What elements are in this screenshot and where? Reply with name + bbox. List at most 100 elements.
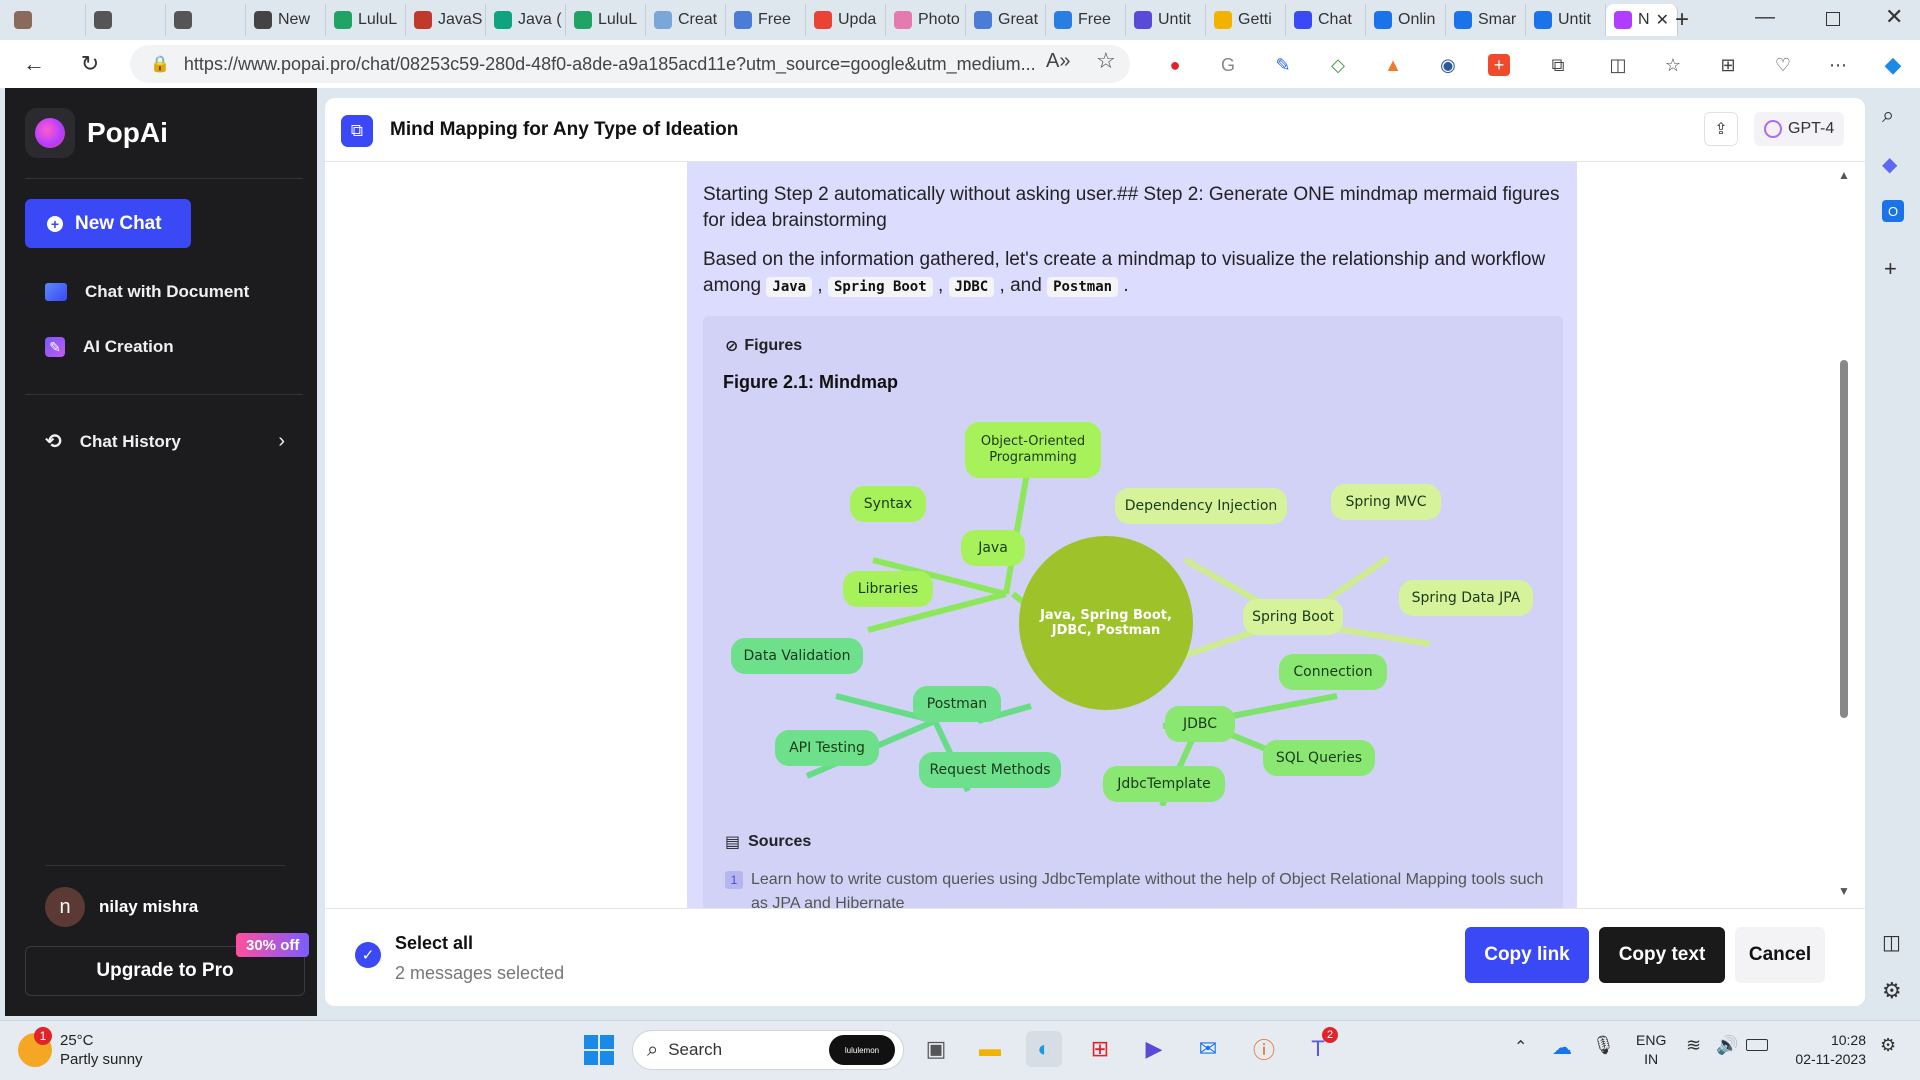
browser-tab[interactable]: Photo [886,4,966,36]
mindmap-node: Java [961,530,1025,566]
browser-tab[interactable]: Upda [806,4,886,36]
tab-label: Onlin [1398,11,1436,28]
browser-tab[interactable]: Creat [646,4,726,36]
tab-label: Untit [1558,11,1591,28]
extension-screen-icon[interactable]: ◉ [1433,50,1463,80]
start-button[interactable] [584,1035,614,1065]
sidebar-layout-icon[interactable]: ◫ [1882,930,1901,955]
weather-widget[interactable]: 1 25°C Partly sunny [18,1027,143,1069]
browser-tab[interactable]: Free [1046,4,1126,36]
brand-logo[interactable]: PopAi [25,108,168,158]
sidebar-item-chat-history[interactable]: ⟲ Chat History › [45,429,285,454]
extension-red-icon[interactable]: ● [1160,50,1190,80]
browser-tab[interactable]: LuluL [326,4,406,36]
browser-tab[interactable]: Smar [1446,4,1526,36]
select-all-checkbox[interactable]: ✓ [355,942,381,968]
browser-tab[interactable]: Great [966,4,1046,36]
model-selector[interactable]: GPT-4 [1754,112,1845,146]
clock[interactable]: 10:28 02-11-2023 [1786,1031,1866,1069]
read-aloud-icon[interactable]: A» [1046,50,1070,73]
browser-tab[interactable]: Getti [1206,4,1286,36]
browser-tab[interactable]: Untit [1526,4,1606,36]
new-tab-button[interactable]: + [1666,4,1698,36]
browser-tab[interactable]: Free [726,4,806,36]
scrollbar[interactable]: ▲ ▼ [1837,168,1851,898]
info-app-icon[interactable]: ⓘ [1246,1031,1282,1067]
performance-heart-icon[interactable]: ♡ [1768,50,1798,80]
outlook-icon[interactable]: ✉ [1190,1031,1226,1067]
media-player-icon[interactable]: ▶ [1136,1031,1172,1067]
extension-plus-icon[interactable]: + [1488,54,1510,76]
tab-favicon-icon [574,11,592,29]
user-profile[interactable]: n nilay mishra [45,887,198,927]
tab-favicon-icon [174,11,192,29]
extension-code-icon[interactable]: ◇ [1323,50,1353,80]
copy-link-button[interactable]: Copy link [1465,927,1589,983]
favorites-icon[interactable]: ☆ [1658,50,1688,80]
select-all-label[interactable]: Select all [395,933,473,954]
browser-tab[interactable] [166,4,246,36]
browser-tab[interactable]: Untit [1126,4,1206,36]
extension-pen-icon[interactable]: ✎ [1268,50,1298,80]
language-indicator[interactable]: ENG IN [1636,1031,1666,1069]
browser-tab[interactable] [86,4,166,36]
url-field[interactable]: 🔒 https://www.popai.pro/chat/08253c59-28… [130,45,1130,83]
close-window-button[interactable]: ✕ [1885,4,1903,30]
tab-favicon-icon [14,11,32,29]
outlook-side-icon[interactable]: O [1882,200,1904,222]
tab-label: Getti [1238,11,1272,28]
copilot-side-icon[interactable]: ◆ [1882,152,1897,177]
minimize-button[interactable]: — [1755,6,1775,29]
browser-tab[interactable] [6,4,86,36]
copilot-icon[interactable]: ◆ [1878,50,1908,80]
file-explorer-icon[interactable]: ▬ [972,1031,1008,1067]
new-chat-button[interactable]: + New Chat [25,199,191,248]
extensions-puzzle-icon[interactable]: ⧉ [1543,50,1573,80]
browser-tab[interactable]: JavaS [406,4,486,36]
refresh-button[interactable]: ↻ [70,44,110,84]
microphone-muted-icon[interactable]: 🎙 [1592,1035,1615,1056]
volume-icon[interactable]: 🔊 [1716,1035,1738,1056]
tab-favicon-icon [734,11,752,29]
restore-button[interactable] [1826,12,1840,26]
document-icon: ▤ [725,834,741,851]
mindmap-node: SQL Queries [1263,740,1375,776]
edge-browser-icon[interactable]: ◐ [1026,1031,1062,1067]
more-options-icon[interactable]: ⋯ [1823,50,1853,80]
favorite-star-icon[interactable]: ☆ [1096,48,1116,74]
wifi-icon[interactable]: ≋ [1686,1035,1701,1056]
taskbar-search[interactable]: ⌕ Search lululemon [632,1030,904,1070]
teams-icon[interactable]: T 2 [1300,1027,1338,1067]
share-button[interactable]: ⇪ [1704,112,1738,146]
copy-text-button[interactable]: Copy text [1599,927,1725,983]
chat-panel: ⧉ Mind Mapping for Any Type of Ideation … [325,98,1865,1006]
task-view-icon[interactable]: ▣ [918,1031,954,1067]
split-screen-icon[interactable]: ◫ [1603,50,1633,80]
sidebar-item-chat-with-document[interactable]: Chat with Document [45,282,249,302]
browser-tab[interactable]: Onlin [1366,4,1446,36]
add-side-app-icon[interactable]: + [1884,256,1897,282]
chevron-right-icon: › [278,430,285,452]
onedrive-cloud-icon[interactable]: ☁ [1552,1035,1572,1060]
back-button[interactable]: ← [14,44,54,84]
browser-tab[interactable]: New [246,4,326,36]
browser-side-panel: ⌕ ◆ O + ◫ ⚙ [1866,88,1920,1016]
scrollbar-thumb[interactable] [1840,360,1848,718]
extension-grammarly-icon[interactable]: G [1213,50,1243,80]
settings-gear-icon[interactable]: ⚙ [1882,978,1902,1004]
browser-tab[interactable]: Java ( [486,4,566,36]
show-hidden-icons-chevron-icon[interactable]: ⌃ [1514,1037,1527,1057]
time: 10:28 [1830,1032,1866,1048]
browser-tab[interactable]: LuluL [566,4,646,36]
notification-icon[interactable]: ⚙ [1880,1035,1896,1056]
microsoft-store-icon[interactable]: ⊞ [1082,1031,1118,1067]
extension-orange-icon[interactable]: ▲ [1378,50,1408,80]
sidebar-item-ai-creation[interactable]: ✎ AI Creation [45,337,174,357]
battery-icon[interactable] [1746,1039,1768,1051]
collections-icon[interactable]: ⊞ [1713,50,1743,80]
search-icon[interactable]: ⌕ [1882,102,1894,128]
source-item[interactable]: 1 Learn how to write custom queries usin… [725,868,1545,908]
tab-list: New LuluL JavaS Java (LuluL Creat Free Upda Pho… [0,0,1678,40]
cancel-button[interactable]: Cancel [1735,927,1825,983]
browser-tab[interactable]: Chat [1286,4,1366,36]
